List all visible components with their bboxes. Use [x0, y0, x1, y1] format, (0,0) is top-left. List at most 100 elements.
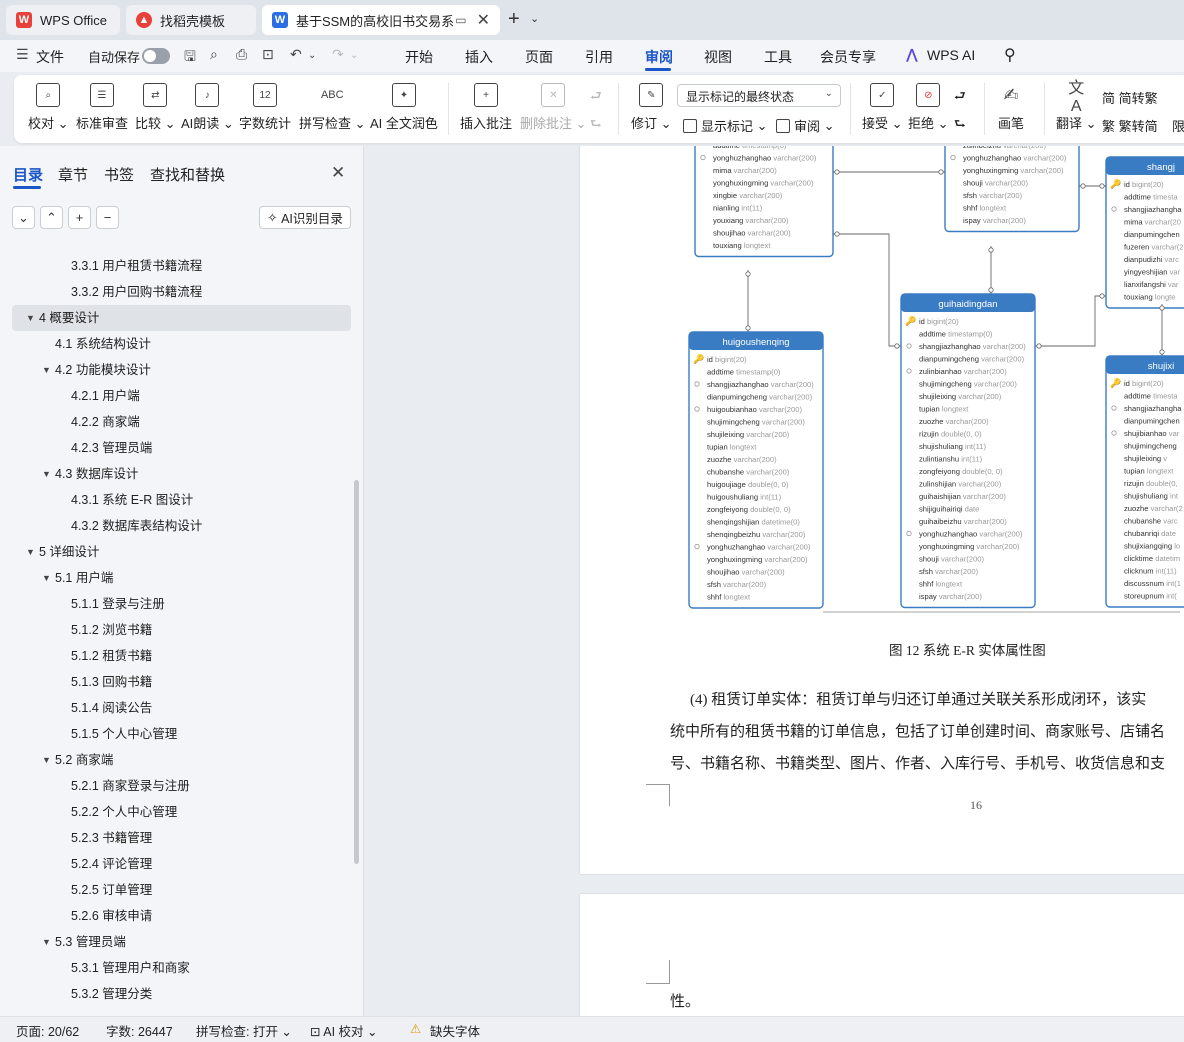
- toc-item[interactable]: ▼ 5.2 商家端: [0, 747, 352, 773]
- toc-item[interactable]: 5.1.2 浏览书籍: [0, 617, 352, 643]
- redo-icon[interactable]: ↷: [332, 46, 344, 63]
- menu-member[interactable]: 会员专享: [820, 47, 876, 67]
- redo-chevron-down-icon[interactable]: ⌄: [350, 50, 358, 61]
- standard-review-button[interactable]: ☰ 标准审查: [76, 83, 128, 132]
- ai-read-button[interactable]: ♪ AI朗读 ⌄: [181, 83, 234, 132]
- new-tab-plus-icon[interactable]: +: [508, 8, 520, 31]
- expand-all-chevron-down-icon[interactable]: ⌄: [12, 206, 35, 229]
- close-panel-icon[interactable]: ✕: [331, 163, 345, 183]
- ai-identify-toc-button[interactable]: ✧ AI识别目录: [259, 206, 351, 229]
- missing-font-indicator[interactable]: 缺失字体: [430, 1021, 480, 1040]
- toc-item[interactable]: ▼ 5.1 用户端: [0, 565, 352, 591]
- simplified-to-traditional-button[interactable]: 简 简转繁: [1102, 88, 1158, 107]
- tab-list-chevron-down-icon[interactable]: ⌄: [530, 12, 539, 25]
- page-indicator[interactable]: 页面: 20/62: [16, 1021, 79, 1040]
- add-heading-plus-icon[interactable]: +: [68, 206, 91, 229]
- panel-tab-toc[interactable]: 目录: [13, 164, 43, 185]
- toc-item[interactable]: 4.2.3 管理员端: [0, 435, 352, 461]
- reject-button[interactable]: ⊘ 拒绝 ⌄: [908, 83, 949, 132]
- toc-item[interactable]: 5.1.5 个人中心管理: [0, 721, 352, 747]
- previous-change-icon[interactable]: ⮐: [954, 87, 966, 109]
- toc-toggle-triangle-icon[interactable]: ▼: [26, 305, 35, 331]
- tab-template-store[interactable]: ▲ 找稻壳模板: [126, 5, 256, 35]
- toc-item[interactable]: 3.3.1 用户租赁书籍流程: [0, 253, 352, 279]
- toc-item[interactable]: ▼ 5 详细设计: [0, 539, 352, 565]
- previous-comment-icon[interactable]: ⮐: [590, 87, 602, 109]
- print-preview-icon[interactable]: ⊡: [262, 46, 274, 63]
- menu-wps-ai[interactable]: WPS AI: [927, 47, 975, 63]
- toc-item[interactable]: 5.1.1 登录与注册: [0, 591, 352, 617]
- spell-check-status[interactable]: 拼写检查: 打开 ⌄: [196, 1021, 292, 1040]
- toc-item[interactable]: 4.3.1 系统 E-R 图设计: [0, 487, 352, 513]
- toc-item[interactable]: 5.1.4 阅读公告: [0, 695, 352, 721]
- toc-toggle-triangle-icon[interactable]: ▼: [42, 565, 51, 591]
- toc-toggle-triangle-icon[interactable]: ▼: [42, 747, 51, 773]
- word-count-button[interactable]: 12 字数统计: [239, 83, 291, 132]
- toc-toggle-triangle-icon[interactable]: ▼: [42, 461, 51, 487]
- menu-home[interactable]: 开始: [405, 47, 433, 67]
- print-icon[interactable]: ⎙: [236, 46, 247, 63]
- toc-item[interactable]: 4.2.1 用户端: [0, 383, 352, 409]
- panel-tab-bookmarks[interactable]: 书签: [104, 164, 134, 185]
- toc-item[interactable]: 5.3.2 管理分类: [0, 981, 352, 1007]
- toc-item[interactable]: 4.2.2 商家端: [0, 409, 352, 435]
- hamburger-menu-icon[interactable]: ☰: [16, 46, 29, 63]
- toc-item[interactable]: 5.1.2 租赁书籍: [0, 643, 352, 669]
- menu-references[interactable]: 引用: [585, 47, 613, 67]
- word-count-indicator[interactable]: 字数: 26447: [106, 1021, 173, 1040]
- ai-polish-button[interactable]: ✦ AI 全文润色: [370, 83, 438, 132]
- tab-document[interactable]: W 基于SSM的高校旧书交易系统 ▭ ✕: [262, 5, 500, 35]
- save-icon[interactable]: 🖫: [184, 46, 196, 70]
- tab-wps-office[interactable]: W WPS Office: [6, 5, 120, 35]
- toc-item[interactable]: ▼ 4.3 数据库设计: [0, 461, 352, 487]
- toc-item[interactable]: 5.2.6 审核申请: [0, 903, 352, 929]
- traditional-to-simplified-button[interactable]: 繁 繁转简: [1102, 116, 1158, 135]
- toc-scrollbar[interactable]: [354, 480, 359, 864]
- menu-review[interactable]: 审阅: [645, 47, 673, 67]
- toc-item[interactable]: 3.3.2 用户回购书籍流程: [0, 279, 352, 305]
- next-comment-icon[interactable]: ⮑: [590, 115, 602, 137]
- ai-proofread-status[interactable]: ⊡ AI 校对 ⌄: [310, 1021, 378, 1040]
- compare-button[interactable]: ⇄ 比较 ⌄: [135, 83, 176, 132]
- remove-heading-minus-icon[interactable]: −: [96, 206, 119, 229]
- autosave-toggle[interactable]: [142, 48, 170, 64]
- restrict-editing-button[interactable]: 限: [1172, 116, 1184, 135]
- toc-item[interactable]: 5.2.5 订单管理: [0, 877, 352, 903]
- toc-item[interactable]: ▼ 5.3 管理员端: [0, 929, 352, 955]
- insert-comment-button[interactable]: + 插入批注: [460, 83, 512, 132]
- accept-button[interactable]: ✓ 接受 ⌄: [862, 83, 903, 132]
- panel-tab-sections[interactable]: 章节: [58, 164, 88, 185]
- menu-view[interactable]: 视图: [704, 47, 732, 67]
- toc-item[interactable]: 5.1.3 回购书籍: [0, 669, 352, 695]
- menu-page[interactable]: 页面: [525, 47, 553, 67]
- toc-item[interactable]: ▼ 4 概要设计: [12, 305, 351, 331]
- panel-tab-find-replace[interactable]: 查找和替换: [150, 164, 225, 185]
- toc-item[interactable]: 5.2.2 个人中心管理: [0, 799, 352, 825]
- toc-toggle-triangle-icon[interactable]: ▼: [42, 929, 51, 955]
- delete-comment-button[interactable]: ✕ 删除批注 ⌄: [520, 83, 587, 132]
- window-mode-icon[interactable]: ▭: [455, 13, 466, 27]
- review-pane-button[interactable]: 审阅 ⌄: [776, 116, 835, 135]
- export-icon[interactable]: ⌕: [210, 46, 218, 63]
- close-tab-icon[interactable]: ✕: [477, 10, 490, 30]
- toc-item[interactable]: 5.3.1 管理用户和商家: [0, 955, 352, 981]
- pen-button[interactable]: ✍ 画笔: [998, 83, 1024, 132]
- menu-file[interactable]: 文件: [36, 47, 64, 67]
- undo-icon[interactable]: ↶: [290, 46, 302, 63]
- track-changes-button[interactable]: ✎ 修订 ⌄: [631, 83, 672, 132]
- menu-insert[interactable]: 插入: [465, 47, 493, 67]
- toc-item[interactable]: ▼ 4.2 功能模块设计: [0, 357, 352, 383]
- show-markup-button[interactable]: 显示标记 ⌄: [683, 116, 768, 135]
- search-icon[interactable]: ⚲: [1004, 45, 1016, 65]
- toc-toggle-triangle-icon[interactable]: ▼: [26, 539, 35, 565]
- toc-item[interactable]: 4.1 系统结构设计: [0, 331, 352, 357]
- next-change-icon[interactable]: ⮑: [954, 115, 966, 137]
- toc-item[interactable]: 4.3.2 数据库表结构设计: [0, 513, 352, 539]
- translate-button[interactable]: 文A 翻译 ⌄: [1056, 80, 1097, 132]
- spell-check-button[interactable]: ABC 拼写检查 ⌄: [299, 83, 366, 132]
- toc-item[interactable]: 5.2.3 书籍管理: [0, 825, 352, 851]
- toc-item[interactable]: 5.2.1 商家登录与注册: [0, 773, 352, 799]
- markup-state-select[interactable]: 显示标记的最终状态 ⌄: [677, 84, 841, 107]
- toc-item[interactable]: 5.2.4 评论管理: [0, 851, 352, 877]
- proofread-button[interactable]: ⌕ 校对 ⌄: [28, 83, 69, 132]
